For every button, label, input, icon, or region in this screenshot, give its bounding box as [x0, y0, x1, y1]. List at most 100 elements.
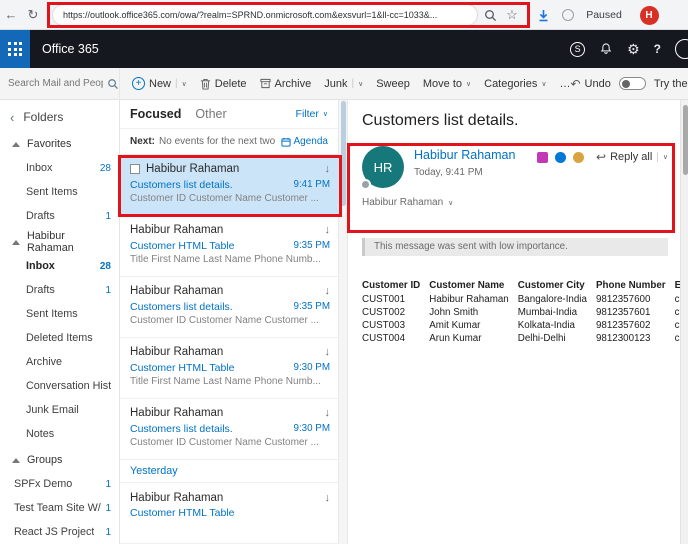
- message-item-3[interactable]: Habibur Rahaman ↓ Customers list details.…: [120, 277, 338, 338]
- addin-icon-2[interactable]: [555, 152, 567, 163]
- group-test-team-site[interactable]: Test Team Site W/1: [0, 496, 119, 520]
- folder-junk-email[interactable]: Junk Email: [0, 398, 119, 422]
- message-item-1[interactable]: Habibur Rahaman ↓ Customers list details.…: [120, 154, 338, 216]
- folder-label: Notes: [26, 428, 55, 440]
- archive-label: Archive: [274, 77, 312, 90]
- message-item-2[interactable]: Habibur Rahaman ↓ Customer HTML Table 9:35…: [120, 216, 338, 277]
- addin-icon-3[interactable]: [573, 152, 585, 163]
- extension-icon[interactable]: [558, 0, 578, 30]
- message-time: 9:30 PM: [293, 362, 331, 374]
- message-preview: Customer ID Customer Name Customer ...: [130, 436, 319, 448]
- back-icon[interactable]: ←: [0, 0, 22, 30]
- message-item-4[interactable]: Habibur Rahaman ↓ Customer HTML Table 9:30…: [120, 338, 338, 399]
- addin-icon-1[interactable]: [537, 152, 549, 163]
- message-subject: Customer HTML Table: [130, 361, 235, 374]
- message-item-5[interactable]: Habibur Rahaman ↓ Customers list details.…: [120, 399, 338, 460]
- sweep-button[interactable]: Sweep: [376, 78, 410, 90]
- tab-focused[interactable]: Focused: [130, 107, 181, 121]
- settings-gear-icon[interactable]: ⚙: [627, 41, 640, 58]
- unread-count: 1: [105, 210, 111, 222]
- message-subject: Customers list details.: [130, 300, 233, 313]
- folder-archive[interactable]: Archive: [0, 350, 119, 374]
- folder-inbox[interactable]: Inbox 28: [0, 254, 119, 278]
- message-subject: Customers list details.: [130, 422, 233, 435]
- filter-button[interactable]: Filter ∨: [296, 108, 328, 120]
- more-commands-button[interactable]: …: [559, 78, 570, 90]
- next-label: Next:: [130, 136, 156, 148]
- low-importance-icon: ↓: [324, 163, 331, 176]
- col-header: Customer Name: [429, 280, 505, 291]
- notifications-bell-icon[interactable]: [599, 42, 613, 56]
- scrollbar-thumb[interactable]: [340, 101, 346, 206]
- chevron-down-icon: ∨: [322, 111, 328, 119]
- section-account[interactable]: Habibur Rahaman: [0, 230, 119, 254]
- message-time: 9:35 PM: [293, 301, 331, 313]
- reply-all-icon: ↩: [596, 150, 607, 164]
- junk-button[interactable]: Junk | ∨: [324, 78, 363, 90]
- scrollbar-thumb[interactable]: [682, 105, 688, 175]
- search-mail-box[interactable]: Search Mail and People: [0, 67, 120, 100]
- folder-deleted-items[interactable]: Deleted Items: [0, 326, 119, 350]
- cell: Delhi-Delhi: [517, 333, 566, 344]
- help-icon[interactable]: ?: [654, 42, 661, 56]
- browser-profile-avatar[interactable]: H: [638, 0, 660, 30]
- group-react-js-project[interactable]: React JS Project 1: [0, 520, 119, 544]
- address-bar[interactable]: https://outlook.office365.com/owa/?realm…: [52, 4, 478, 26]
- move-to-button[interactable]: Move to ∨: [423, 78, 471, 90]
- unread-count: 1: [105, 526, 111, 538]
- archive-button[interactable]: Archive: [260, 77, 312, 90]
- message-item-6[interactable]: Habibur Rahaman ↓ Customer HTML Table: [120, 483, 338, 544]
- folder-conversation-history[interactable]: Conversation History: [0, 374, 119, 398]
- sender-name-link[interactable]: Habibur Rahaman: [414, 148, 515, 164]
- sync-paused-label[interactable]: Paused: [582, 0, 626, 30]
- office365-brand: Office 365: [42, 42, 99, 56]
- message-list-scrollbar[interactable]: [339, 100, 348, 544]
- cell: CUST001: [362, 294, 406, 305]
- download-icon[interactable]: [533, 0, 553, 30]
- folder-sent-items-favorites[interactable]: Sent Items: [0, 180, 119, 204]
- categories-button[interactable]: Categories ∨: [484, 78, 546, 90]
- skype-icon[interactable]: S: [570, 41, 586, 57]
- refresh-icon[interactable]: ↻: [22, 0, 44, 30]
- folder-label: Drafts: [26, 210, 55, 222]
- sender-avatar[interactable]: HR: [360, 146, 404, 190]
- page-scrollbar[interactable]: [680, 100, 688, 544]
- agenda-button[interactable]: Agenda: [275, 136, 328, 147]
- section-label: Favorites: [27, 138, 72, 150]
- bookmark-star-icon[interactable]: ☆: [502, 0, 522, 30]
- account-avatar[interactable]: [675, 39, 688, 59]
- group-spfx-demo[interactable]: SPFx Demo 1: [0, 472, 119, 496]
- next-events-bar[interactable]: Next: No events for the next two Agenda: [120, 129, 338, 155]
- chevron-down-icon: ∨: [448, 199, 454, 207]
- cell: 9812357602: [595, 320, 651, 331]
- folder-sent-items[interactable]: Sent Items: [0, 302, 119, 326]
- move-to-label: Move to: [422, 77, 462, 90]
- recipient-line[interactable]: Habibur Rahaman ∨: [362, 197, 668, 208]
- folder-drafts[interactable]: Drafts 1: [0, 278, 119, 302]
- message-checkbox[interactable]: [130, 164, 140, 175]
- folders-header[interactable]: ‹ Folders: [0, 100, 119, 132]
- folder-inbox-favorites[interactable]: Inbox 28: [0, 156, 119, 180]
- table-row: CUST004Arun KumarDelhi-Delhi9812300123cu…: [362, 332, 680, 345]
- reply-all-button[interactable]: ↩ Reply all | ∨: [596, 146, 668, 164]
- try-new-outlook-toggle[interactable]: [618, 77, 646, 90]
- folder-label: Sent Items: [26, 186, 78, 198]
- tab-other[interactable]: Other: [195, 107, 226, 121]
- omnibox-search-icon[interactable]: [480, 0, 500, 30]
- try-new-outlook-label: Try the new Outloo: [653, 77, 688, 90]
- app-launcher-button[interactable]: [0, 30, 30, 68]
- agenda-label: Agenda: [293, 136, 328, 148]
- folder-drafts-favorites[interactable]: Drafts 1: [0, 204, 119, 228]
- section-groups[interactable]: Groups: [0, 448, 119, 472]
- chevron-down-icon: ∨: [466, 80, 472, 88]
- folder-notes[interactable]: Notes: [0, 422, 119, 446]
- group-label: Test Team Site W/: [14, 502, 101, 514]
- chevron-down-icon: ∨: [541, 80, 547, 88]
- cell: 9812357600: [595, 294, 651, 305]
- collapse-pane-icon[interactable]: ‹: [10, 110, 14, 125]
- new-button[interactable]: + New | ∨: [132, 77, 187, 90]
- command-bar: Search Mail and People + New |∨ Delete A…: [0, 67, 688, 100]
- delete-button[interactable]: Delete: [200, 78, 247, 90]
- undo-button[interactable]: ↶ Undo: [570, 77, 610, 91]
- section-favorites[interactable]: Favorites: [0, 132, 119, 156]
